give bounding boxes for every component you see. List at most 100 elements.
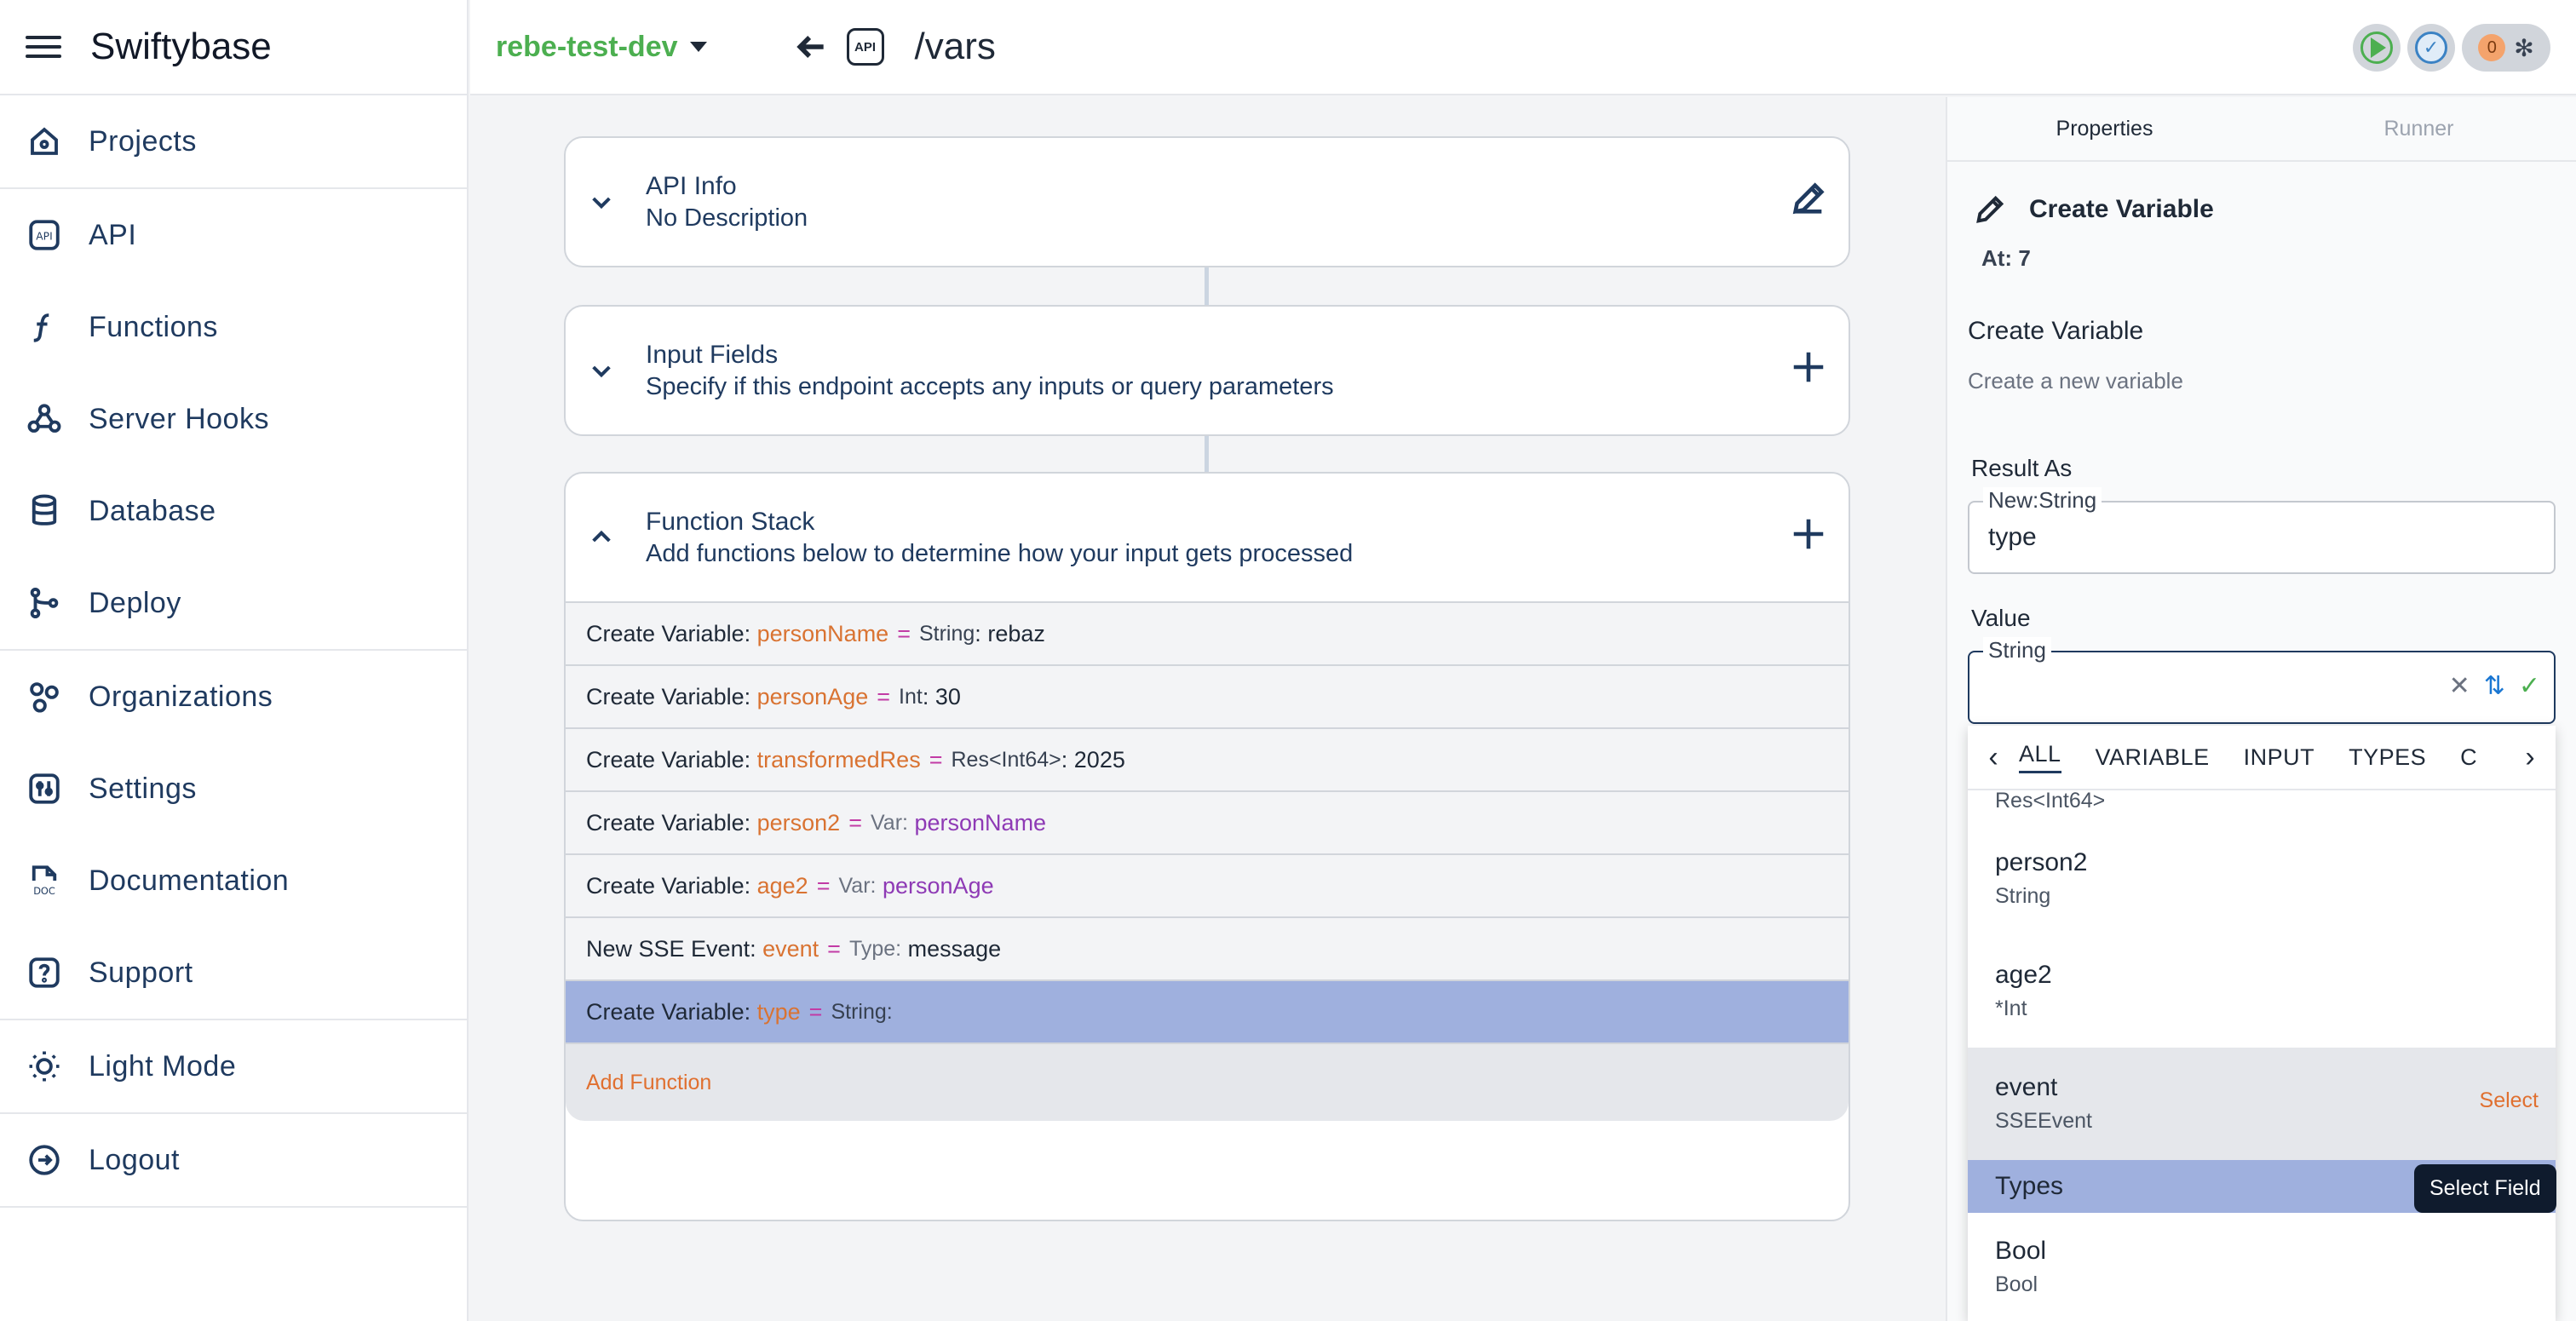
chevron-up-icon[interactable] bbox=[588, 524, 615, 551]
sidebar-item-deploy[interactable]: Deploy bbox=[0, 557, 467, 649]
sidebar-item-documentation[interactable]: DOC Documentation bbox=[0, 835, 467, 927]
sidebar-item-functions[interactable]: Functions bbox=[0, 281, 467, 373]
function-row[interactable]: Create Variable: personAge = Int: 30 bbox=[566, 664, 1849, 727]
event-type-value: message bbox=[907, 935, 1002, 962]
variable-type: String: bbox=[831, 999, 893, 1024]
webhook-icon bbox=[26, 400, 63, 438]
sidebar-item-projects[interactable]: Projects bbox=[0, 95, 467, 187]
result-as-field[interactable]: New:String type bbox=[1968, 487, 2556, 574]
tab-properties[interactable]: Properties bbox=[1947, 97, 2262, 160]
function-prefix: Create Variable: bbox=[586, 809, 751, 836]
chevron-left-icon[interactable]: ‹ bbox=[1968, 741, 2019, 774]
back-arrow-icon[interactable] bbox=[792, 28, 830, 66]
function-row[interactable]: New SSE Event: event = Type: message bbox=[566, 916, 1849, 979]
item-type: *Int bbox=[1995, 996, 2027, 1020]
function-row[interactable]: Create Variable: personName = String: re… bbox=[566, 601, 1849, 664]
sidebar-item-label: Functions bbox=[89, 310, 218, 343]
database-icon bbox=[26, 492, 63, 530]
api-icon: API bbox=[846, 28, 884, 66]
variable-name: transformedRes bbox=[756, 746, 921, 772]
help-icon bbox=[26, 954, 63, 991]
list-item-hovered[interactable]: event SSEEvent Select bbox=[1968, 1048, 2556, 1160]
item-name: person2 bbox=[1995, 848, 2088, 876]
sidebar-item-server-hooks[interactable]: Server Hooks bbox=[0, 373, 467, 465]
api-icon: API bbox=[26, 216, 63, 254]
variable-name: event bbox=[762, 935, 819, 962]
function-row-selected[interactable]: Create Variable: type = String: bbox=[566, 979, 1849, 1042]
value-input[interactable]: String ✕ ⇅ ✓ bbox=[1968, 637, 2556, 724]
section-subtitle: Create a new variable bbox=[1968, 368, 2183, 393]
organizations-icon bbox=[26, 678, 63, 715]
function-prefix: New SSE Event: bbox=[586, 935, 756, 962]
variable-value: rebaz bbox=[987, 620, 1045, 646]
function-row[interactable]: Create Variable: person2 = Var: personNa… bbox=[566, 790, 1849, 853]
picker-tab-more[interactable]: C bbox=[2460, 744, 2477, 771]
equals-sign: = bbox=[808, 998, 823, 1025]
chevron-down-icon[interactable] bbox=[588, 188, 615, 215]
sidebar-item-organizations[interactable]: Organizations bbox=[0, 651, 467, 743]
picker-tab-variable[interactable]: VARIABLE bbox=[2096, 744, 2210, 771]
sidebar-item-settings[interactable]: Settings bbox=[0, 743, 467, 835]
plus-icon[interactable] bbox=[1789, 514, 1828, 554]
chevron-down-icon[interactable] bbox=[588, 357, 615, 384]
sidebar-item-logout[interactable]: Logout bbox=[0, 1114, 467, 1206]
sidebar-item-label: Light Mode bbox=[89, 1049, 237, 1083]
function-row[interactable]: Create Variable: transformedRes = Res<In… bbox=[566, 727, 1849, 790]
hamburger-menu-icon[interactable] bbox=[26, 29, 61, 65]
picker-tab-input[interactable]: INPUT bbox=[2244, 744, 2315, 771]
card-description: No Description bbox=[646, 204, 808, 232]
sidebar-item-support[interactable]: Support bbox=[0, 927, 467, 1019]
debug-button[interactable]: 0 ✻ bbox=[2462, 24, 2550, 72]
function-prefix: Create Variable: bbox=[586, 620, 751, 646]
equals-sign: = bbox=[848, 809, 862, 836]
clear-icon[interactable]: ✕ bbox=[2449, 671, 2470, 701]
equals-sign: = bbox=[816, 872, 831, 899]
plus-icon[interactable] bbox=[1789, 347, 1828, 387]
picker-tab-all[interactable]: ALL bbox=[2019, 741, 2061, 773]
svg-text:DOC: DOC bbox=[33, 885, 55, 897]
variable-name: personAge bbox=[756, 683, 869, 709]
list-item[interactable]: Res<Int64> bbox=[1968, 789, 2556, 823]
check-icon: ✓ bbox=[2415, 32, 2447, 64]
sidebar-item-light-mode[interactable]: Light Mode bbox=[0, 1020, 467, 1112]
sidebar-item-label: Settings bbox=[89, 772, 197, 805]
sidebar: Swiftybase Projects API API Functions Se… bbox=[0, 0, 469, 1321]
result-name-value: type bbox=[1988, 523, 2037, 551]
list-item[interactable]: Bool Bool bbox=[1968, 1213, 2556, 1315]
picker-tab-types[interactable]: TYPES bbox=[2349, 744, 2426, 771]
api-info-header[interactable]: API Info No Description bbox=[566, 138, 1849, 266]
card-description: Specify if this endpoint accepts any inp… bbox=[646, 372, 1334, 400]
swap-icon[interactable]: ⇅ bbox=[2484, 671, 2505, 701]
function-stack-header[interactable]: Function Stack Add functions below to de… bbox=[566, 474, 1849, 601]
select-field-tooltip: Select Field bbox=[2414, 1164, 2556, 1213]
edit-pencil-icon[interactable] bbox=[1789, 179, 1828, 218]
sidebar-item-label: Database bbox=[89, 494, 216, 527]
confirm-check-icon[interactable]: ✓ bbox=[2519, 671, 2540, 701]
chevron-right-icon[interactable]: › bbox=[2504, 741, 2556, 774]
sidebar-item-label: Organizations bbox=[89, 680, 273, 713]
run-button[interactable] bbox=[2353, 24, 2401, 72]
list-item[interactable]: person2 String bbox=[1968, 823, 2556, 935]
brand-bar: Swiftybase bbox=[0, 0, 467, 95]
sidebar-item-label: Server Hooks bbox=[89, 402, 269, 435]
sidebar-item-database[interactable]: Database bbox=[0, 465, 467, 557]
input-fields-header[interactable]: Input Fields Specify if this endpoint ac… bbox=[566, 307, 1849, 434]
environment-selector[interactable]: rebe-test-dev bbox=[496, 31, 707, 64]
variable-name: person2 bbox=[756, 809, 841, 836]
card-description: Add functions below to determine how you… bbox=[646, 539, 1354, 567]
variable-name: type bbox=[756, 998, 801, 1025]
add-function-button[interactable]: Add Function bbox=[566, 1042, 1849, 1121]
variable-name: age2 bbox=[756, 872, 808, 899]
validate-button[interactable]: ✓ bbox=[2407, 24, 2455, 72]
connector-line bbox=[1205, 436, 1209, 472]
function-prefix: Create Variable: bbox=[586, 998, 751, 1025]
list-item[interactable]: age2 *Int bbox=[1968, 935, 2556, 1048]
tab-runner[interactable]: Runner bbox=[2262, 97, 2576, 160]
card-title: Input Fields bbox=[646, 340, 779, 369]
sidebar-item-api[interactable]: API API bbox=[0, 189, 467, 281]
sidebar-item-label: Logout bbox=[89, 1143, 180, 1176]
function-row[interactable]: Create Variable: age2 = Var: personAge bbox=[566, 853, 1849, 916]
select-link[interactable]: Select bbox=[2480, 1088, 2539, 1113]
separator: : bbox=[1061, 746, 1068, 772]
status-controls: ✓ 0 ✻ bbox=[2353, 24, 2550, 72]
